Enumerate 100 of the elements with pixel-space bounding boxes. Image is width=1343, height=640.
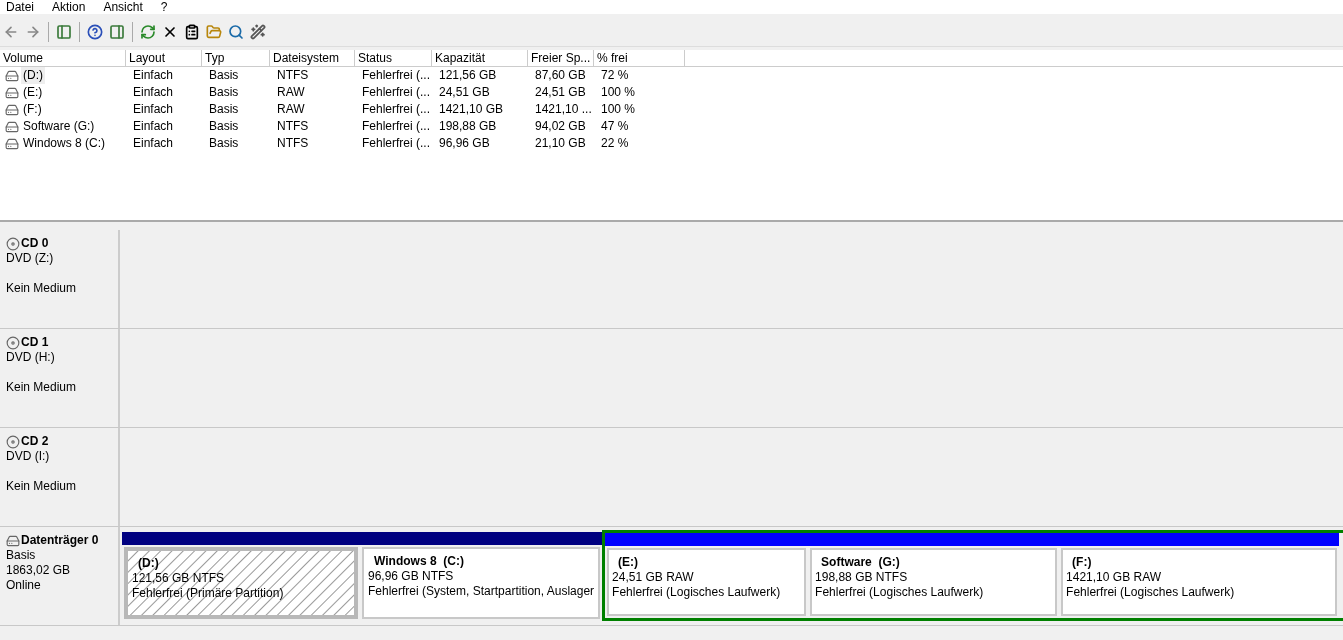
partition-block[interactable]: (F:) 1421,10 GB RAW Fehlerfrei (Logisches Laufwerk)	[1061, 548, 1338, 616]
disk-info: DVD (H:)	[6, 350, 56, 365]
disk-name: Datenträger 0	[21, 533, 99, 548]
help-icon[interactable]	[86, 22, 104, 41]
table-cell-text: NTFS	[276, 135, 310, 152]
table-cell-text: Einfach	[132, 67, 175, 84]
drive-icon	[5, 102, 19, 117]
properties-icon[interactable]	[183, 22, 201, 41]
partition-size: 1421,10 GB RAW	[1066, 570, 1163, 585]
drive-icon	[5, 85, 19, 100]
table-cell-text: NTFS	[276, 67, 310, 84]
table-cell-text: 47 %	[600, 118, 630, 135]
table-cell[interactable]: (D:)	[21, 67, 45, 84]
table-cell-text: 100 %	[600, 101, 637, 118]
action-pane-icon[interactable]	[108, 22, 126, 41]
partition-status: Fehlerfrei (Logisches Laufwerk)	[612, 585, 782, 600]
table-cell-text: 24,51 GB	[438, 84, 491, 101]
table-cell-text: NTFS	[276, 118, 310, 135]
disk-info: Online	[6, 578, 42, 593]
table-cell-text: 21,10 GB	[534, 135, 587, 152]
disk-info: DVD (I:)	[6, 449, 51, 464]
column-header[interactable]: Typ	[202, 50, 270, 66]
partition-status: Fehlerfrei (Primäre Partition)	[132, 586, 285, 601]
disk-info: Basis	[6, 548, 37, 563]
disc-drive-icon	[6, 434, 20, 449]
table-cell-text: Basis	[208, 135, 240, 152]
table-cell-text: Fehlerfrei (...	[361, 118, 431, 135]
table-cell-text: Einfach	[132, 118, 175, 135]
table-cell-text: 94,02 GB	[534, 118, 587, 135]
disk-info: Kein Medium	[6, 380, 78, 395]
column-header[interactable]: Status	[355, 50, 432, 66]
column-header[interactable]: Kapazität	[432, 50, 528, 66]
table-cell[interactable]: (E:)	[21, 84, 45, 101]
partition-title: (E:)	[617, 555, 640, 570]
column-header[interactable]: Layout	[126, 50, 202, 66]
disk-info: 1863,02 GB	[6, 563, 72, 578]
table-cell-text: Fehlerfrei (...	[361, 67, 431, 84]
table-cell-text: 96,96 GB	[438, 135, 491, 152]
table-cell-text: 198,88 GB	[438, 118, 498, 135]
table-cell-text: Einfach	[132, 135, 175, 152]
column-header[interactable]: Freier Sp...	[528, 50, 594, 66]
partition-title: (F:)	[1071, 555, 1093, 570]
table-cell-text: Basis	[208, 84, 240, 101]
partition-block[interactable]: (E:) 24,51 GB RAW Fehlerfrei (Logisches Laufwerk)	[607, 548, 807, 616]
partition-title: Windows 8 (C:)	[373, 554, 465, 569]
menu-item[interactable]: Ansicht	[103, 1, 143, 13]
table-cell-text: Basis	[208, 101, 240, 118]
disk-name: CD 2	[21, 434, 49, 449]
table-cell-text: RAW	[276, 101, 306, 118]
refresh-icon[interactable]	[139, 22, 157, 41]
partition-block[interactable]: Software (G:) 198,88 GB NTFS Fehlerfrei (Logisches Laufwerk)	[810, 548, 1058, 616]
partition-size: 96,96 GB NTFS	[368, 569, 455, 584]
partition-title: Software (G:)	[820, 555, 901, 570]
column-header[interactable]: Dateisystem	[270, 50, 355, 66]
table-cell-text: RAW	[276, 84, 306, 101]
table-cell-text: Fehlerfrei (...	[361, 101, 431, 118]
disc-drive-icon	[6, 236, 20, 251]
table-cell-text: 24,51 GB	[534, 84, 587, 101]
disk-info: Kein Medium	[6, 281, 78, 296]
table-cell-text: 72 %	[600, 67, 630, 84]
partition-size: 121,56 GB NTFS	[132, 571, 226, 586]
table-cell-text: Basis	[208, 67, 240, 84]
menu-item[interactable]: Datei	[6, 1, 34, 13]
column-header[interactable]: % frei	[594, 50, 685, 66]
console-tree-icon[interactable]	[55, 22, 73, 41]
wizard-icon[interactable]	[249, 22, 267, 41]
disk-info: Kein Medium	[6, 479, 78, 494]
table-cell[interactable]: Software (G:)	[21, 118, 97, 135]
disk-name: CD 0	[21, 236, 49, 251]
drive-icon	[5, 68, 19, 83]
disk-info: DVD (Z:)	[6, 251, 55, 266]
drive-icon	[5, 119, 19, 134]
table-cell-text: 1421,10 ...	[534, 101, 593, 118]
table-cell-text: 1421,10 GB	[438, 101, 505, 118]
table-cell-text: 87,60 GB	[534, 67, 587, 84]
disc-drive-icon	[6, 335, 20, 350]
partition-block[interactable]: (D:) 121,56 GB NTFS Fehlerfrei (Primäre Partition)	[124, 547, 358, 619]
table-cell-text: Basis	[208, 118, 240, 135]
partition-title: (D:)	[137, 556, 160, 571]
partition-size: 198,88 GB NTFS	[815, 570, 909, 585]
table-cell-text: 121,56 GB	[438, 67, 498, 84]
search-icon[interactable]	[227, 22, 245, 41]
partition-block[interactable]: Windows 8 (C:) 96,96 GB NTFS Fehlerfrei (System, Startpartition, Auslager	[362, 547, 601, 619]
partition-status: Fehlerfrei (Logisches Laufwerk)	[1066, 585, 1236, 600]
partition-status: Fehlerfrei (Logisches Laufwerk)	[815, 585, 985, 600]
table-cell[interactable]: (F:)	[21, 101, 44, 118]
partition-status: Fehlerfrei (System, Startpartition, Auslager	[368, 584, 595, 599]
table-cell-text: Einfach	[132, 84, 175, 101]
table-cell[interactable]: Windows 8 (C:)	[21, 135, 107, 152]
menu-item[interactable]: ?	[160, 1, 168, 13]
disk-name: CD 1	[21, 335, 49, 350]
column-header[interactable]: Volume	[0, 50, 126, 66]
menu-item[interactable]: Aktion	[52, 1, 86, 13]
table-cell-text: Einfach	[132, 101, 175, 118]
drive-icon	[5, 136, 19, 151]
table-cell-text: Fehlerfrei (...	[361, 84, 431, 101]
table-cell-text: 100 %	[600, 84, 637, 101]
table-cell-text: Fehlerfrei (...	[361, 135, 431, 152]
table-cell-text: 22 %	[600, 135, 630, 152]
partition-size: 24,51 GB RAW	[612, 570, 695, 585]
